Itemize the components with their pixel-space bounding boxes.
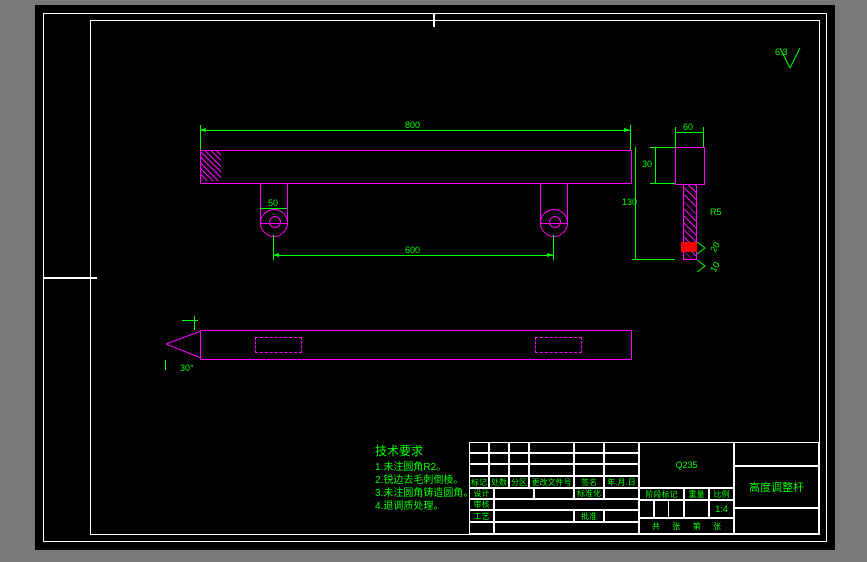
top-bar xyxy=(200,330,632,360)
tb-scale: 1:4 xyxy=(709,500,734,518)
tb-approve: 批准 xyxy=(574,510,604,522)
dim-front-top: 800 xyxy=(405,120,420,130)
frame-tick-top xyxy=(433,13,435,27)
tb-stdchk: 标准化 xyxy=(574,488,604,499)
dim-line xyxy=(273,255,553,256)
dim-side-h1: 30 xyxy=(642,159,652,169)
tb-process2 xyxy=(469,522,494,534)
tb-c6: 年.月.日 xyxy=(604,476,639,488)
dim-line xyxy=(260,208,287,209)
tb-scale-label: 比例 xyxy=(709,488,734,500)
dim-angle: 30° xyxy=(180,363,194,373)
dim-side-h2: 130 xyxy=(622,197,637,207)
dim-lug-span: 600 xyxy=(405,245,420,255)
surface-finish-symbol: 6.3 xyxy=(775,45,805,78)
ext-line xyxy=(630,125,631,150)
tb-c2: 处数 xyxy=(489,476,509,488)
tb-process: 工艺 xyxy=(469,510,494,522)
tech-req-item: 3.未注圆角铸造圆角。 xyxy=(375,487,473,500)
hidden-lug-top-right xyxy=(535,337,582,353)
ext-line xyxy=(632,259,675,260)
tb-r xyxy=(469,442,639,453)
ext-line xyxy=(650,147,675,148)
tb-c xyxy=(654,500,669,518)
tb-r xyxy=(469,453,639,464)
front-view: 800 600 50 xyxy=(200,150,632,184)
title-block: 标记 处数 分区 更改文件号 签名 年.月.日 设计 标准化 审核 工艺 批准 … xyxy=(469,442,819,534)
technical-requirements: 技术要求 1.未注圆角R2。 2.锐边去毛刺倒棱。 3.未注圆角铸造圆角。 4.… xyxy=(375,445,473,513)
ext-line xyxy=(165,360,166,370)
tb-part-name: 高度调整杆 xyxy=(734,466,819,508)
dim-line xyxy=(200,130,630,131)
dim-arrow xyxy=(624,128,630,132)
tb-material: Q235 xyxy=(639,442,734,488)
dim-side-top: 60 xyxy=(683,122,693,132)
surface-finish-value: 6.3 xyxy=(775,47,788,57)
tb-c5: 签名 xyxy=(574,476,604,488)
tb-c xyxy=(494,488,534,499)
tb-c xyxy=(639,500,654,518)
tb-c xyxy=(494,499,639,510)
tb-c1: 标记 xyxy=(469,476,489,488)
tb-check: 审核 xyxy=(469,499,494,510)
cad-canvas: 6.3 800 600 50 xyxy=(35,5,835,550)
tb-r xyxy=(469,464,639,476)
lug-right xyxy=(540,183,568,224)
tb-design: 设计 xyxy=(469,488,494,499)
tb-c xyxy=(494,522,639,534)
tech-req-item: 4.退调质处理。 xyxy=(375,500,473,513)
ext-line xyxy=(650,183,675,184)
frame-tick-left xyxy=(43,277,97,279)
front-bar xyxy=(200,150,632,184)
tb-c xyxy=(684,500,709,518)
dim-line xyxy=(182,320,198,321)
top-taper xyxy=(165,330,201,358)
dim-arrow xyxy=(547,253,553,257)
tb-weight: 重量 xyxy=(684,488,709,500)
ext-line xyxy=(194,316,195,330)
tb-c xyxy=(534,488,574,499)
tb-c xyxy=(604,488,639,499)
tech-req-title: 技术要求 xyxy=(375,445,473,458)
tb-org xyxy=(734,508,819,534)
dim-side-r: R5 xyxy=(710,207,722,217)
dim-arrow xyxy=(273,253,279,257)
tech-req-item: 1.未注圆角R2。 xyxy=(375,461,473,474)
tech-req-item: 2.锐边去毛刺倒棱。 xyxy=(375,474,473,487)
tb-c4: 更改文件号 xyxy=(529,476,574,488)
tb-number xyxy=(734,442,819,466)
hidden-lug-top-left xyxy=(255,337,302,353)
side-top-rect xyxy=(675,147,705,185)
hatch-section xyxy=(201,151,221,181)
ext-line xyxy=(703,127,704,147)
dim-arrow xyxy=(200,128,206,132)
ext-line xyxy=(675,127,676,147)
dim-line xyxy=(675,132,703,133)
lug-hole-right xyxy=(549,216,561,228)
top-view: 30° xyxy=(200,330,632,360)
side-view: 60 30 130 R5 20 10 xyxy=(675,147,705,185)
dim-lug-w: 50 xyxy=(268,198,278,208)
tb-c xyxy=(604,510,639,522)
weld-symbol xyxy=(695,240,720,275)
lug-hole-left xyxy=(269,216,281,228)
tb-stage: 阶段标记 xyxy=(639,488,684,500)
tb-c3: 分区 xyxy=(509,476,529,488)
tb-sheet: 共 张 第 张 xyxy=(639,518,734,534)
dim-line xyxy=(655,147,656,183)
tb-c xyxy=(494,510,574,522)
ext-line xyxy=(553,235,554,260)
